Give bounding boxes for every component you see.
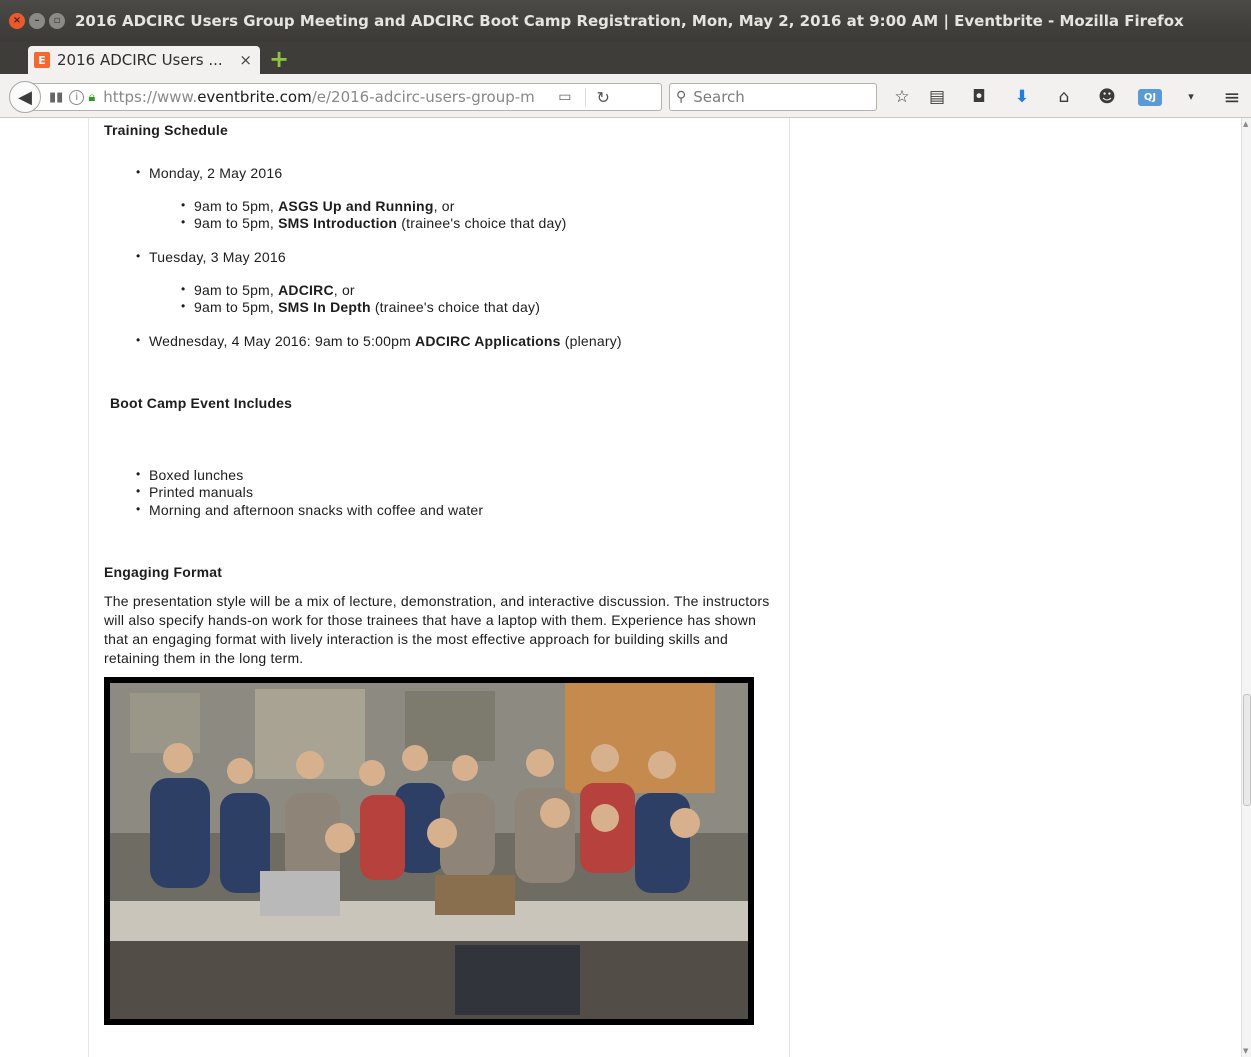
overflow-chevron-icon[interactable]: ▾	[1180, 86, 1202, 108]
search-input[interactable]	[691, 87, 862, 107]
tab-active[interactable]: E 2016 ADCIRC Users ... ×	[28, 46, 260, 74]
reader-view-icon[interactable]: ▭	[558, 89, 571, 105]
tab-close-icon[interactable]: ×	[239, 51, 252, 69]
reload-icon[interactable]: ↻	[585, 87, 610, 107]
scrollbar-thumb[interactable]	[1243, 694, 1251, 806]
session-item: 9am to 5pm, ADCIRC, or	[181, 282, 355, 298]
group-photo	[104, 677, 754, 1025]
tab-strip: E 2016 ADCIRC Users ... × +	[0, 42, 1251, 74]
url-bar[interactable]: ▮▮ i 🔒︎ https://www.eventbrite.com/e/201…	[30, 83, 662, 111]
window-title: 2016 ADCIRC Users Group Meeting and ADCI…	[75, 12, 1184, 30]
close-icon[interactable]: ×	[9, 13, 25, 29]
menu-icon[interactable]: ≡	[1221, 86, 1243, 108]
training-schedule-heading: Training Schedule	[104, 122, 228, 138]
scroll-up-icon[interactable]: ▲	[1243, 120, 1248, 128]
boot-camp-heading: Boot Camp Event Includes	[110, 395, 293, 411]
reading-list-icon[interactable]: ▤	[926, 86, 948, 108]
day-monday: Monday, 2 May 2016	[136, 165, 282, 181]
back-arrow-icon: ◀	[18, 86, 32, 108]
page-viewport: Training Schedule Monday, 2 May 2016 9am…	[0, 118, 1251, 1057]
includes-item: Boxed lunches	[136, 467, 243, 483]
bookmark-star-icon[interactable]: ☆	[891, 86, 913, 108]
chat-icon[interactable]: ☻	[1096, 86, 1118, 108]
download-icon[interactable]: ⬇	[1011, 86, 1033, 108]
minimize-icon[interactable]: –	[29, 13, 45, 29]
includes-item: Morning and afternoon snacks with coffee…	[136, 502, 483, 518]
back-button[interactable]: ◀	[9, 81, 41, 113]
engaging-format-paragraph: The presentation style will be a mix of …	[104, 593, 770, 666]
navigation-toolbar: ◀ ▮▮ i 🔒︎ https://www.eventbrite.com/e/2…	[0, 74, 1251, 118]
session-item: 9am to 5pm, ASGS Up and Running, or	[181, 198, 455, 214]
group-photo-image	[110, 683, 748, 1019]
info-icon[interactable]: i	[69, 89, 85, 105]
engaging-format-heading: Engaging Format	[104, 564, 223, 580]
scroll-down-icon[interactable]: ▼	[1243, 1047, 1248, 1055]
content-left-border	[88, 118, 89, 1057]
vertical-scrollbar[interactable]: ▲ ▼	[1241, 118, 1251, 1057]
maximize-icon[interactable]: ▫	[49, 13, 65, 29]
url-host: eventbrite.com	[197, 88, 312, 106]
content-column-divider	[789, 118, 790, 1057]
new-tab-button[interactable]: +	[268, 47, 290, 71]
url-scheme: https://www.	[103, 88, 198, 106]
pocket-icon[interactable]: ◘	[968, 86, 990, 108]
tab-label: 2016 ADCIRC Users ...	[57, 51, 223, 69]
url-text[interactable]: https://www.eventbrite.com/e/2016-adcirc…	[103, 88, 548, 106]
home-icon[interactable]: ⌂	[1053, 86, 1075, 108]
url-path: /e/2016-adcirc-users-group-m	[311, 88, 535, 106]
search-icon: ⚲	[676, 89, 687, 105]
window-controls: × – ▫	[9, 13, 65, 29]
session-item: 9am to 5pm, SMS In Depth (trainee's choi…	[181, 299, 540, 315]
qj-extension-icon[interactable]: QJ	[1138, 89, 1162, 106]
window-titlebar: × – ▫ 2016 ADCIRC Users Group Meeting an…	[0, 0, 1251, 42]
lock-icon[interactable]: 🔒︎	[88, 90, 95, 105]
search-bar[interactable]: ⚲	[669, 83, 877, 111]
identity-icon[interactable]: ▮▮	[49, 90, 63, 105]
eventbrite-favicon-icon: E	[34, 52, 50, 68]
day-wednesday: Wednesday, 4 May 2016: 9am to 5:00pm ADC…	[136, 333, 622, 349]
includes-item: Printed manuals	[136, 484, 253, 500]
day-tuesday: Tuesday, 3 May 2016	[136, 249, 286, 265]
session-item: 9am to 5pm, SMS Introduction (trainee's …	[181, 215, 567, 231]
